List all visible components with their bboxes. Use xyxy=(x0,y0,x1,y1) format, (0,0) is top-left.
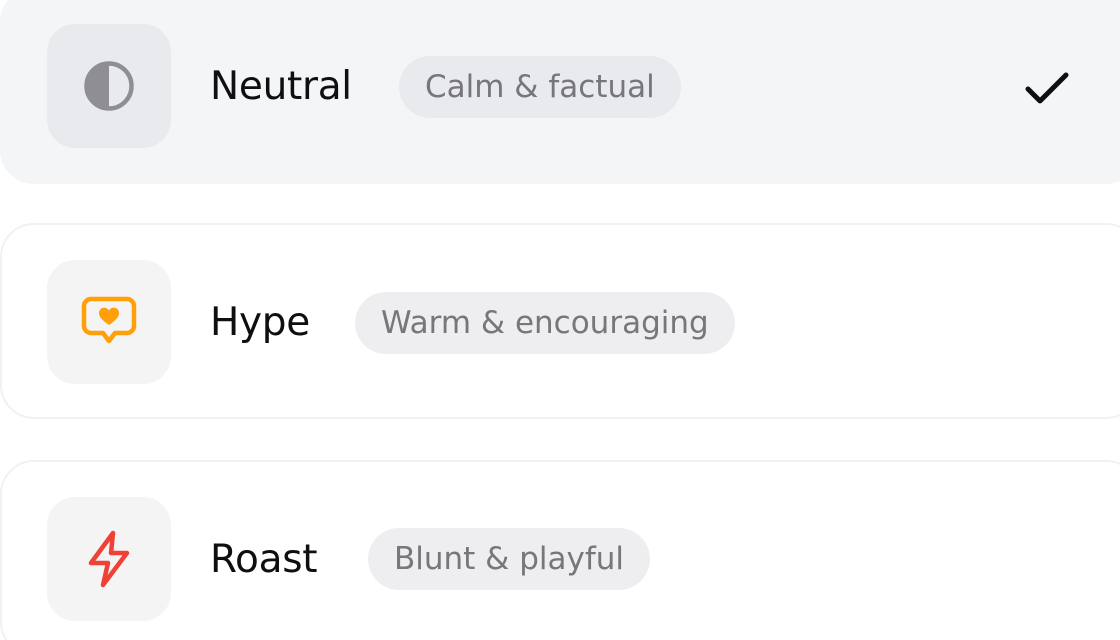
icon-tile xyxy=(47,497,171,621)
tone-title: Hype xyxy=(210,300,310,345)
tone-option-hype[interactable]: Hype Warm & encouraging xyxy=(0,223,1120,419)
icon-tile xyxy=(47,260,171,384)
lightning-bolt-icon xyxy=(88,530,130,588)
tone-title: Neutral xyxy=(210,64,352,109)
heart-chat-icon xyxy=(81,296,137,344)
checkmark-icon xyxy=(1025,72,1069,104)
tone-option-roast[interactable]: Roast Blunt & playful xyxy=(0,460,1120,640)
tone-description-pill: Blunt & playful xyxy=(368,528,651,590)
tone-description-pill: Calm & factual xyxy=(399,56,681,118)
tone-description-pill: Warm & encouraging xyxy=(355,292,735,354)
tone-option-list: Neutral Calm & factual Hype Warm & encou… xyxy=(0,0,1120,640)
icon-tile xyxy=(47,24,171,148)
half-circle-icon xyxy=(84,61,134,111)
tone-option-neutral[interactable]: Neutral Calm & factual xyxy=(0,0,1120,184)
tone-title: Roast xyxy=(210,537,318,582)
